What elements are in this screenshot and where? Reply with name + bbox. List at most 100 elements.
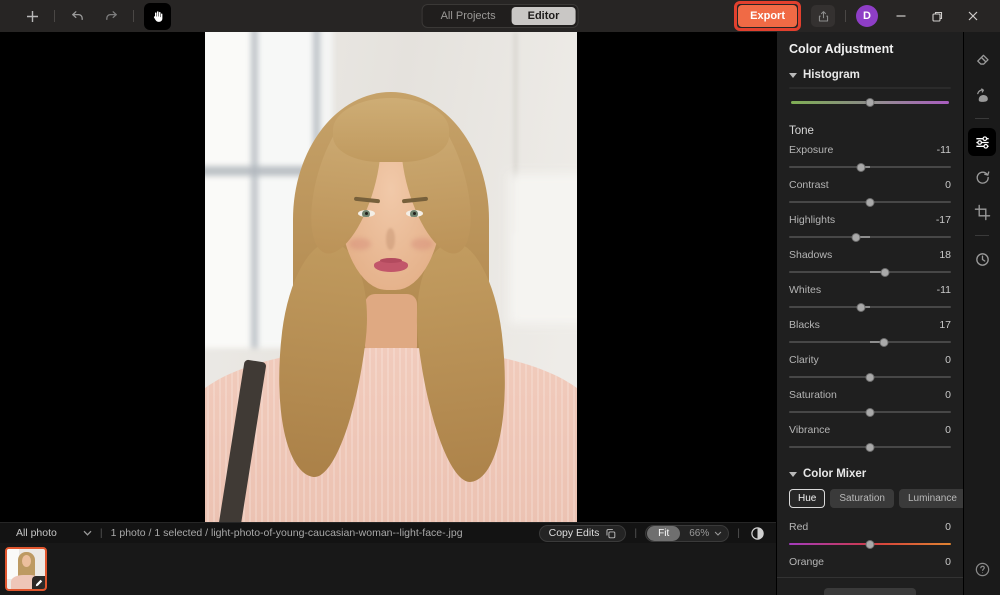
photo-filter-label: All photo <box>16 527 57 539</box>
user-avatar[interactable]: D <box>856 5 878 27</box>
export-button[interactable]: Export <box>738 5 797 27</box>
slider-value: 0 <box>945 179 951 191</box>
crop-icon <box>974 204 990 220</box>
slider-track[interactable] <box>789 197 951 207</box>
zoom-fit-button[interactable]: Fit <box>647 525 681 541</box>
mixer-tab-luminance[interactable]: Luminance <box>898 489 963 508</box>
photo-thumbnail-selected[interactable] <box>5 547 47 591</box>
color-refresh-tool-button[interactable] <box>968 163 996 191</box>
retouch-icon <box>976 87 988 102</box>
undo-button[interactable] <box>65 4 89 28</box>
restore-button[interactable] <box>924 3 950 29</box>
slider-thumb[interactable] <box>865 442 875 452</box>
export-annotation-highlight: Export <box>734 1 801 31</box>
status-bar: All photo | 1 photo / 1 selected / light… <box>0 522 776 543</box>
divider <box>975 118 989 119</box>
slider-value: 17 <box>939 319 951 331</box>
copy-edits-button[interactable]: Copy Edits <box>538 524 627 542</box>
slider-label: Red <box>789 521 809 533</box>
tint-slider-track[interactable] <box>791 97 949 107</box>
divider: | <box>99 527 103 539</box>
tone-slider-contrast: Contrast 0 <box>789 174 951 209</box>
slider-label: Whites <box>789 284 822 296</box>
crop-tool-button[interactable] <box>968 198 996 226</box>
copy-edits-label: Copy Edits <box>548 527 600 539</box>
slider-value: -11 <box>936 144 951 156</box>
histogram: ISO - - mm f - - s JPG <box>789 87 951 89</box>
color-mixer-section-label: Color Mixer <box>803 468 867 480</box>
adjustments-tool-button[interactable] <box>968 128 996 156</box>
close-button[interactable] <box>960 3 986 29</box>
photo-filter-dropdown[interactable]: All photo <box>10 527 92 539</box>
canvas-column: All photo | 1 photo / 1 selected / light… <box>0 32 776 595</box>
slider-thumb[interactable] <box>856 162 866 172</box>
photo[interactable] <box>205 32 577 522</box>
divider <box>845 10 846 22</box>
tint-slider-thumb[interactable] <box>865 97 875 107</box>
slider-label: Orange <box>789 556 825 568</box>
histogram-section-toggle[interactable]: Histogram <box>789 65 951 87</box>
minimize-button[interactable] <box>888 3 914 29</box>
restore-icon <box>931 11 942 22</box>
slider-track[interactable] <box>789 372 951 382</box>
slider-track[interactable] <box>789 302 951 312</box>
slider-track[interactable] <box>789 232 951 242</box>
hand-tool-button[interactable] <box>144 2 171 30</box>
slider-thumb[interactable] <box>865 197 875 207</box>
slider-thumb[interactable] <box>865 407 875 417</box>
tool-sidebar <box>963 32 1000 595</box>
slider-thumb[interactable] <box>880 267 890 277</box>
tab-editor[interactable]: Editor <box>511 7 576 25</box>
add-project-button[interactable] <box>20 4 44 28</box>
chevron-down-icon <box>789 72 797 78</box>
editor-canvas[interactable] <box>0 32 776 522</box>
sync-button[interactable]: Sync <box>823 588 917 595</box>
slider-thumb[interactable] <box>879 337 889 347</box>
chevron-down-icon <box>789 471 797 477</box>
slider-value: 0 <box>945 354 951 366</box>
mixer-tab-hue[interactable]: Hue <box>789 489 826 508</box>
mixer-slider-orange: Orange 0 <box>789 551 951 577</box>
histogram-section-label: Histogram <box>803 69 860 81</box>
tone-slider-vibrance: Vibrance 0 <box>789 419 951 454</box>
app-window: All Projects Editor Export D All photo |… <box>0 0 1000 595</box>
panel-title: Color Adjustment <box>789 42 894 56</box>
slider-thumb[interactable] <box>856 302 866 312</box>
slider-track[interactable] <box>789 407 951 417</box>
filmstrip <box>0 543 776 595</box>
before-after-toggle[interactable] <box>748 524 766 542</box>
share-icon <box>818 10 828 21</box>
tint-slider-row <box>789 89 951 114</box>
tone-sliders: Exposure -11 Contrast 0 Highlights -17 Shadows… <box>789 139 951 454</box>
divider <box>975 235 989 236</box>
zoom-level-dropdown[interactable]: 66% <box>681 528 728 539</box>
slider-thumb[interactable] <box>865 372 875 382</box>
view-switcher: All Projects Editor <box>421 4 579 28</box>
eraser-tool-button[interactable] <box>968 46 996 74</box>
thumb-face <box>22 555 31 567</box>
slider-label: Vibrance <box>789 424 831 436</box>
retouch-tool-button[interactable] <box>968 81 996 109</box>
tab-all-projects[interactable]: All Projects <box>425 7 512 25</box>
color-mixer-section-toggle[interactable]: Color Mixer <box>789 460 951 486</box>
divider <box>133 10 134 22</box>
slider-thumb[interactable] <box>851 232 861 242</box>
tone-slider-highlights: Highlights -17 <box>789 209 951 244</box>
selection-status-text: 1 photo / 1 selected / light-photo-of-yo… <box>110 527 463 539</box>
share-button[interactable] <box>811 5 835 27</box>
slider-thumb[interactable] <box>865 539 875 549</box>
color-mixer-sliders: Red 0 Orange 0 <box>789 516 951 577</box>
slider-track[interactable] <box>789 539 951 549</box>
slider-track[interactable] <box>789 267 951 277</box>
slider-track[interactable] <box>789 442 951 452</box>
help-button[interactable] <box>968 555 996 583</box>
history-tool-button[interactable] <box>968 245 996 273</box>
tone-slider-blacks: Blacks 17 <box>789 314 951 349</box>
mixer-tab-saturation[interactable]: Saturation <box>830 489 894 508</box>
photo-hair <box>333 98 449 162</box>
redo-button[interactable] <box>99 4 123 28</box>
slider-track[interactable] <box>789 162 951 172</box>
slider-track[interactable] <box>789 337 951 347</box>
pencil-icon <box>35 579 42 586</box>
color-adjustment-panel: Color Adjustment Histogram ISO - - mm f … <box>776 32 963 595</box>
